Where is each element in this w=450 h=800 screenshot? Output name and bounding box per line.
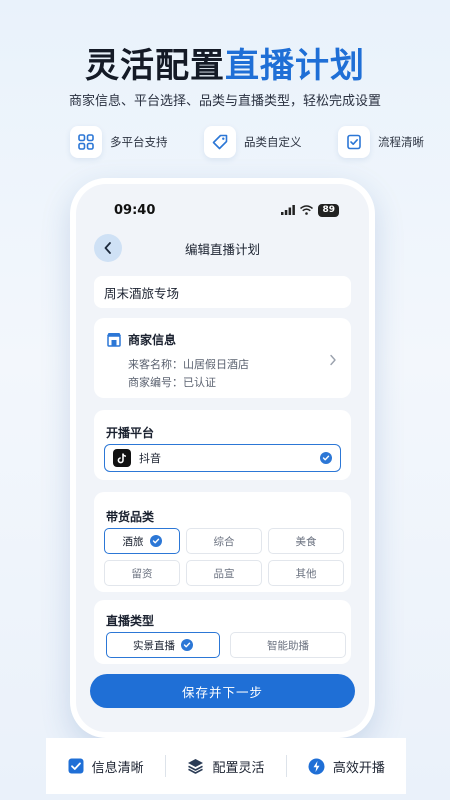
check-circle-icon <box>320 452 332 464</box>
merchant-header: 商家信息 <box>106 331 176 348</box>
bottom-feature-flexible: 配置灵活 <box>166 757 285 776</box>
headline-part-1: 灵活配置 <box>85 46 225 86</box>
chip-label: 留资 <box>131 567 153 580</box>
nav-bar: 编辑直播计划 <box>76 232 369 264</box>
grid-icon <box>70 126 102 158</box>
plan-name-input[interactable] <box>94 276 351 308</box>
lightning-icon <box>308 758 325 774</box>
merchant-guest-name: 来客名称：山居假日酒店 <box>128 358 249 371</box>
check-circle-icon <box>149 535 162 547</box>
chip-label: 品宣 <box>213 567 235 580</box>
platform-select[interactable]: 抖音 <box>104 444 341 472</box>
page-subtitle: 商家信息、平台选择、品类与直播类型，轻松完成设置 <box>68 94 381 109</box>
chip-label: 美食 <box>295 535 317 548</box>
chevron-left-icon <box>104 242 111 254</box>
store-icon <box>107 333 121 347</box>
page-headline: 灵活配置直播计划 <box>0 44 450 88</box>
live-type-card: 直播类型 实景直播 智能助播 <box>94 600 351 664</box>
status-bar: 09:40 89 <box>76 200 369 220</box>
chip-label: 酒旅 <box>122 535 144 548</box>
bottom-feature-label: 高效开播 <box>332 760 385 776</box>
save-next-button[interactable]: 保存并下一步 <box>90 674 355 708</box>
headline-part-2: 直播计划 <box>225 46 365 86</box>
phone-screen: 09:40 89 编辑直播计划 商家信息 来客名称：山居假日酒店 商家编号：已认… <box>76 184 369 732</box>
feature-custom-category: 品类自定义 <box>204 126 302 158</box>
tiktok-icon <box>113 449 131 467</box>
checklist-icon <box>338 126 370 158</box>
chip-label: 其他 <box>295 567 317 580</box>
back-button[interactable] <box>94 234 122 262</box>
live-type-chip-selected[interactable]: 实景直播 <box>106 632 220 658</box>
phone-mockup: 09:40 89 编辑直播计划 商家信息 来客名称：山居假日酒店 商家编号：已认… <box>70 178 375 738</box>
bottom-feature-clear-info: 信息清晰 <box>46 757 165 776</box>
feature-label: 流程清晰 <box>378 135 424 149</box>
chip-label: 综合 <box>213 535 235 548</box>
feature-multi-platform: 多平台支持 <box>70 126 168 158</box>
chevron-right-icon <box>330 354 336 366</box>
signal-icon <box>281 205 296 215</box>
platform-card: 开播平台 抖音 <box>94 410 351 480</box>
feature-row: 多平台支持 品类自定义 流程清晰 <box>70 126 424 158</box>
feature-label: 品类自定义 <box>244 135 302 149</box>
chip-label: 实景直播 <box>133 639 175 652</box>
category-card: 带货品类 酒旅 综合 美食 留资 品宣 其他 <box>94 492 351 592</box>
bottom-feature-efficient: 高效开播 <box>287 757 406 776</box>
platform-title: 开播平台 <box>106 426 155 440</box>
live-type-title: 直播类型 <box>106 614 155 628</box>
chip-label: 智能助播 <box>267 639 309 652</box>
live-type-chip[interactable]: 智能助播 <box>230 632 346 658</box>
layers-icon <box>188 759 204 774</box>
check-circle-icon <box>181 639 193 651</box>
platform-selected-label: 抖音 <box>139 452 161 465</box>
battery-indicator: 89 <box>318 203 339 217</box>
bottom-feature-label: 配置灵活 <box>212 760 265 776</box>
status-icons: 89 <box>281 203 339 217</box>
merchant-card[interactable]: 商家信息 来客名称：山居假日酒店 商家编号：已认证 <box>94 318 351 398</box>
category-chip[interactable]: 品宣 <box>186 560 262 586</box>
category-chip[interactable]: 美食 <box>268 528 344 554</box>
tag-icon <box>204 126 236 158</box>
check-square-icon <box>68 758 84 774</box>
feature-label: 多平台支持 <box>110 135 168 149</box>
feature-clear-process: 流程清晰 <box>338 126 424 158</box>
wifi-icon <box>300 205 314 215</box>
merchant-title: 商家信息 <box>128 333 177 347</box>
category-chip[interactable]: 综合 <box>186 528 262 554</box>
nav-title: 编辑直播计划 <box>184 241 260 257</box>
bottom-feature-label: 信息清晰 <box>91 760 144 776</box>
bottom-feature-bar: 信息清晰 配置灵活 高效开播 <box>46 738 406 794</box>
category-chip[interactable]: 其他 <box>268 560 344 586</box>
merchant-code: 商家编号：已认证 <box>128 376 216 389</box>
category-title: 带货品类 <box>106 510 155 524</box>
category-chip[interactable]: 留资 <box>104 560 180 586</box>
category-chip-selected[interactable]: 酒旅 <box>104 528 180 554</box>
status-time: 09:40 <box>114 202 156 218</box>
